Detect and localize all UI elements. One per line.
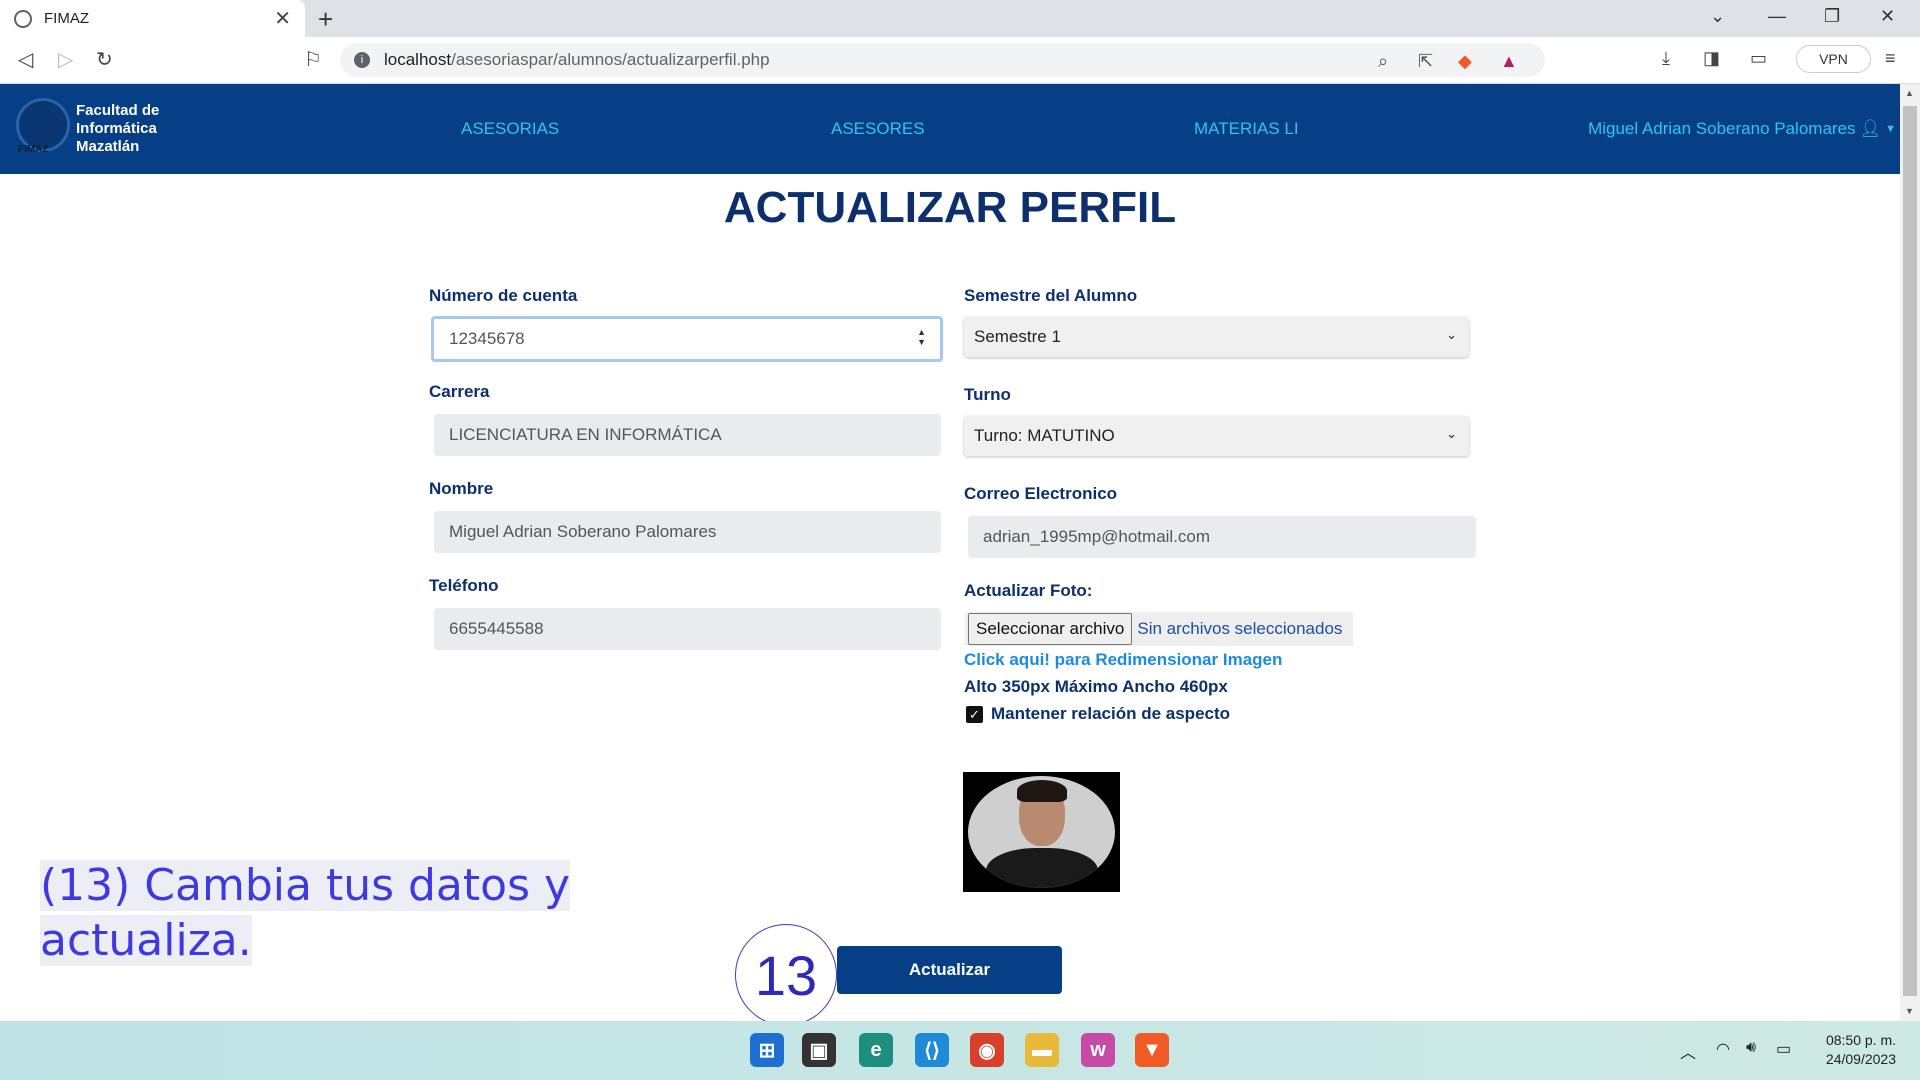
user-name: Miguel Adrian Soberano Palomares <box>1588 119 1856 138</box>
share-icon[interactable]: ⇱ <box>1418 51 1433 72</box>
choose-file-button[interactable]: Seleccionar archivo <box>968 613 1133 645</box>
turno-value: Turno: MATUTINO <box>974 426 1115 445</box>
windows-taskbar: ⊞ ▣ e ⟨⟩ ◉ ▬ w ▼ ︿ ◠ 🔊︎ ▭ 08:50 p. m. 24… <box>0 1021 1920 1080</box>
start-icon[interactable]: ⊞ <box>750 1033 784 1067</box>
tab-favicon-icon <box>14 9 32 28</box>
clock-date: 24/09/2023 <box>1825 1051 1896 1067</box>
telefono-label: Teléfono <box>429 576 499 595</box>
page-title: ACTUALIZAR PERFIL <box>723 183 1177 232</box>
forward-icon[interactable]: ▷ <box>58 47 73 72</box>
correo-value: adrian_1995mp@hotmail.com <box>983 527 1211 546</box>
wifi-icon[interactable]: ◠ <box>1716 1039 1730 1059</box>
file-status: Sin archivos seleccionados <box>1137 619 1343 638</box>
nav-link-asesorias[interactable]: ASESORIAS <box>461 119 559 139</box>
bookmark-icon[interactable]: ⚐ <box>304 47 322 72</box>
scroll-up-icon[interactable]: ▲ <box>1905 88 1914 98</box>
sidebar-icon[interactable]: ◨ <box>1703 48 1720 69</box>
turno-label: Turno <box>964 385 1011 404</box>
logo-small-text: FIMAZ <box>18 144 49 155</box>
browser-tab-bar: FIMAZ ✕ + ⌄ — ❐ ✕ <box>0 0 1920 37</box>
update-button[interactable]: Actualizar <box>837 946 1062 994</box>
chevron-down-icon: ⌄ <box>1446 426 1457 441</box>
brave-icon[interactable]: ▼ <box>1135 1033 1169 1067</box>
window-close-icon[interactable]: ✕ <box>1880 6 1895 27</box>
carrera-value: LICENCIATURA EN INFORMÁTICA <box>449 425 722 444</box>
minimize-icon[interactable]: — <box>1768 6 1786 27</box>
scroll-down-icon[interactable]: ▼ <box>1905 1006 1914 1016</box>
clock-time: 08:50 p. m. <box>1825 1032 1896 1048</box>
telefono-field: 6655445588 <box>434 608 941 650</box>
wallet-icon[interactable]: ▭ <box>1750 48 1767 69</box>
size-hint: Alto 350px Máximo Ancho 460px <box>964 677 1228 696</box>
file-input[interactable]: Seleccionar archivo Sin archivos selecci… <box>965 612 1353 646</box>
semestre-value: Semestre 1 <box>974 327 1061 346</box>
aspect-ratio-option[interactable]: ✓ Mantener relación de aspecto <box>966 704 1230 724</box>
volume-icon[interactable]: 🔊︎ <box>1746 1039 1756 1057</box>
resize-image-link[interactable]: Click aqui! para Redimensionar Imagen <box>964 650 1282 670</box>
profile-photo <box>963 772 1120 892</box>
battery-icon[interactable]: ▭ <box>1776 1039 1791 1059</box>
tray-chevron-icon[interactable]: ︿ <box>1680 1039 1696 1063</box>
semestre-label: Semestre del Alumno <box>964 286 1138 305</box>
cuenta-value: 12345678 <box>449 329 525 348</box>
brave-rewards-icon[interactable]: ▲ <box>1500 51 1518 72</box>
page-scrollbar[interactable]: ▲ ▼ <box>1900 84 1920 1021</box>
edge-icon[interactable]: e <box>859 1033 893 1067</box>
carrera-label: Carrera <box>429 382 490 401</box>
nav-link-asesores[interactable]: ASESORES <box>831 119 925 139</box>
aspect-ratio-label: Mantener relación de aspecto <box>991 704 1231 723</box>
tab-close-icon[interactable]: ✕ <box>274 6 291 31</box>
downloads-icon[interactable]: ⤓ <box>1662 48 1670 69</box>
back-icon[interactable]: ◁ <box>18 47 33 72</box>
tab-search-icon[interactable]: ⌄ <box>1710 6 1725 27</box>
brave-shields-icon[interactable]: ◆ <box>1458 51 1472 72</box>
number-spinner-icon[interactable]: ▲ ▼ <box>917 327 926 347</box>
system-clock[interactable]: 08:50 p. m. 24/09/2023 <box>1826 1031 1896 1069</box>
browser-tab[interactable]: FIMAZ ✕ <box>0 0 305 37</box>
vpn-label: VPN <box>1819 51 1848 67</box>
aspect-ratio-checkbox[interactable]: ✓ <box>966 705 983 723</box>
task-view-icon[interactable]: ▣ <box>802 1033 836 1067</box>
chevron-down-icon: ⌄ <box>1446 327 1457 342</box>
scrollbar-thumb[interactable] <box>1903 106 1917 996</box>
nombre-field: Miguel Adrian Soberano Palomares <box>434 511 941 553</box>
file-explorer-icon[interactable]: ▬ <box>1025 1033 1059 1067</box>
fimaz-logo[interactable]: FIMAZ Facultad de Informática Mazatlán <box>16 94 176 164</box>
logo-text: Facultad de Informática Mazatlán <box>76 102 160 155</box>
vpn-button[interactable]: VPN <box>1796 45 1871 73</box>
cuenta-input[interactable]: 12345678 ▲ ▼ <box>431 316 943 362</box>
browser-toolbar: ◁ ▷ ↻ ⚐ i localhost /asesoriaspar/alumno… <box>0 37 1920 84</box>
tutorial-annotation: (13) Cambia tus datos y actualiza. <box>40 860 571 966</box>
new-tab-icon[interactable]: + <box>318 4 333 35</box>
chrome-icon[interactable]: ◉ <box>970 1033 1004 1067</box>
correo-field: adrian_1995mp@hotmail.com <box>968 516 1476 558</box>
menu-icon[interactable]: ≡ <box>1885 48 1896 69</box>
url-path: /asesoriaspar/alumnos/actualizarperfil.p… <box>451 50 770 69</box>
wondershare-icon[interactable]: w <box>1081 1033 1115 1067</box>
reload-icon[interactable]: ↻ <box>96 47 113 72</box>
turno-select[interactable]: Turno: MATUTINO ⌄ <box>964 416 1469 456</box>
cuenta-label: Número de cuenta <box>429 286 578 305</box>
step-number-badge: 13 <box>735 924 837 1026</box>
site-navbar: FIMAZ Facultad de Informática Mazatlán A… <box>0 84 1900 174</box>
site-info-icon[interactable]: i <box>354 52 370 68</box>
nombre-label: Nombre <box>429 479 494 498</box>
telefono-value: 6655445588 <box>449 619 544 638</box>
vscode-icon[interactable]: ⟨⟩ <box>915 1033 949 1067</box>
user-icon: 👤︎ <box>1859 119 1882 138</box>
url-host: localhost <box>384 50 452 69</box>
carrera-field: LICENCIATURA EN INFORMÁTICA <box>434 414 941 456</box>
user-menu[interactable]: Miguel Adrian Soberano Palomares 👤︎ ▼ <box>1588 119 1896 139</box>
zoom-icon[interactable]: ⌕ <box>1378 51 1388 72</box>
chevron-down-icon: ▼ <box>1885 123 1896 135</box>
semestre-select[interactable]: Semestre 1 ⌄ <box>964 317 1469 357</box>
maximize-icon[interactable]: ❐ <box>1824 6 1840 27</box>
nombre-value: Miguel Adrian Soberano Palomares <box>449 522 717 541</box>
nav-link-materias[interactable]: MATERIAS LI <box>1194 119 1299 139</box>
foto-label: Actualizar Foto: <box>964 581 1093 600</box>
correo-label: Correo Electronico <box>964 484 1118 503</box>
address-bar[interactable]: i localhost /asesoriaspar/alumnos/actual… <box>340 43 1545 77</box>
tab-title: FIMAZ <box>44 10 89 27</box>
